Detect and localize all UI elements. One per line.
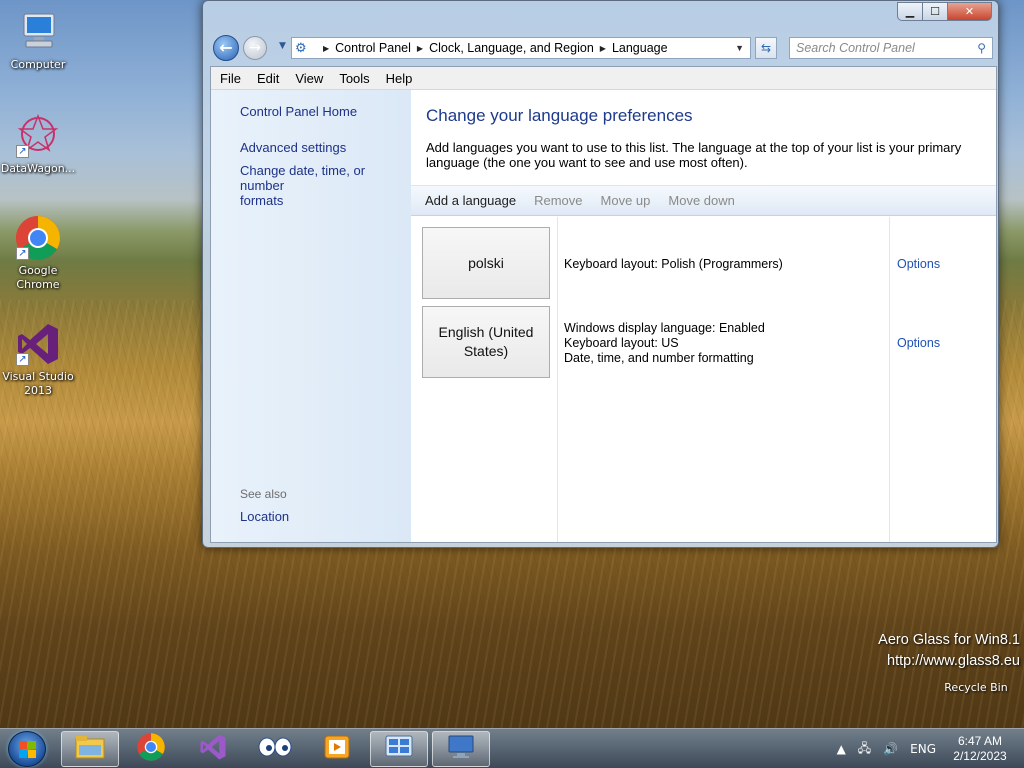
column-divider (557, 217, 558, 542)
control-panel-window: ▁ ☐ ✕ ← → ▼ ⚙ ▶ Control Panel ▶ Clock, L… (202, 0, 999, 548)
refresh-icon: ⇆ (760, 41, 772, 55)
menu-tools[interactable]: Tools (331, 71, 377, 86)
language-info-english: Windows display language: Enabled Keyboa… (564, 321, 765, 365)
navigation-bar: ← → ▼ ⚙ ▶ Control Panel ▶ Clock, Languag… (211, 35, 993, 63)
taskbar-remote-desktop[interactable] (432, 731, 490, 767)
control-panel-icon: ⚙ (295, 40, 307, 55)
window-controls: ▁ ☐ ✕ (897, 2, 992, 21)
back-button[interactable]: ← (213, 35, 239, 61)
language-list: polski Keyboard layout: Polish (Programm… (411, 217, 996, 542)
taskbar-chrome[interactable] (122, 731, 180, 767)
clock[interactable]: 6:47 AM 2/12/2023 (948, 734, 1012, 764)
eyes-icon (258, 736, 292, 763)
input-language-indicator[interactable]: ENG (910, 742, 936, 756)
folder-icon (75, 734, 105, 765)
shortcut-arrow-icon: ↗ (16, 247, 29, 260)
language-tile-polski[interactable]: polski (422, 227, 550, 299)
control-panel-home-link[interactable]: Control Panel Home (240, 104, 357, 119)
menu-bar: File Edit View Tools Help (211, 67, 996, 90)
advanced-settings-link[interactable]: Advanced settings (240, 140, 346, 155)
chrome-icon (136, 732, 166, 767)
control-panel-icon (384, 734, 414, 765)
desktop-icon-chrome[interactable]: ↗ Google Chrome (0, 214, 76, 292)
remove-button[interactable]: Remove (534, 193, 582, 208)
monitor-icon (446, 734, 476, 765)
arrow-right-icon: → (249, 40, 261, 56)
chevron-right-icon[interactable]: ▶ (600, 44, 606, 53)
add-language-button[interactable]: Add a language (425, 193, 516, 208)
show-hidden-icons-button[interactable]: ▲ (837, 742, 846, 756)
taskbar-control-panel[interactable] (370, 731, 428, 767)
address-bar[interactable]: ⚙ ▶ Control Panel ▶ Clock, Language, and… (291, 37, 751, 59)
system-tray: ▲ 🖧 🔊 ENG 6:47 AM 2/12/2023 (837, 729, 1024, 768)
clock-date: 2/12/2023 (953, 749, 1007, 763)
chevron-right-icon[interactable]: ▶ (323, 44, 329, 53)
see-also-heading: See also (240, 487, 287, 501)
main-content: Change your language preferences Add lan… (411, 90, 996, 542)
desktop-icon-visual-studio[interactable]: ↗ Visual Studio 2013 (0, 320, 76, 398)
datawagon-icon: ↗ (14, 112, 62, 160)
recycle-bin-icon (938, 645, 1014, 681)
search-input[interactable]: Search Control Panel ⚲ (789, 37, 993, 59)
maximize-button[interactable]: ☐ (922, 2, 948, 21)
window-client-area: File Edit View Tools Help Control Panel … (210, 66, 997, 543)
desktop-icon-datawagon[interactable]: ↗ DataWagon... (0, 112, 76, 176)
menu-help[interactable]: Help (378, 71, 421, 86)
search-placeholder: Search Control Panel (796, 41, 915, 55)
move-up-button[interactable]: Move up (601, 193, 651, 208)
minimize-button[interactable]: ▁ (897, 2, 923, 21)
computer-icon (14, 8, 62, 56)
options-link-polski[interactable]: Options (897, 257, 940, 271)
move-down-button[interactable]: Move down (668, 193, 734, 208)
options-link-english[interactable]: Options (897, 336, 940, 350)
shortcut-arrow-icon: ↗ (16, 353, 29, 366)
windows-logo-icon (19, 741, 37, 759)
chevron-down-icon[interactable]: ▼ (735, 43, 744, 53)
visual-studio-icon (198, 732, 228, 767)
chevron-right-icon[interactable]: ▶ (417, 44, 423, 53)
chrome-icon: ↗ (14, 214, 62, 262)
breadcrumb-language[interactable]: Language (612, 41, 668, 55)
column-divider (889, 217, 890, 542)
breadcrumb-control-panel[interactable]: Control Panel (335, 41, 411, 55)
language-tile-english[interactable]: English (United States) (422, 306, 550, 378)
clock-time: 6:47 AM (957, 734, 1003, 748)
menu-file[interactable]: File (211, 71, 249, 86)
taskbar-eyes-app[interactable] (246, 731, 304, 767)
page-description: Add languages you want to use to this li… (426, 140, 962, 170)
taskbar-media-player[interactable] (308, 731, 366, 767)
location-link[interactable]: Location (240, 509, 289, 524)
change-date-time-link[interactable]: Change date, time, or number formats (240, 163, 411, 208)
left-navigation-pane: Control Panel Home Advanced settings Cha… (211, 90, 411, 542)
desktop-icon-computer[interactable]: Computer (0, 8, 76, 72)
arrow-left-icon: ← (219, 38, 233, 57)
breadcrumb-clock-language-region[interactable]: Clock, Language, and Region (429, 41, 594, 55)
page-title: Change your language preferences (426, 106, 693, 125)
menu-edit[interactable]: Edit (249, 71, 287, 86)
network-icon[interactable]: 🖧 (858, 739, 871, 760)
menu-view[interactable]: View (287, 71, 331, 86)
shortcut-arrow-icon: ↗ (16, 145, 29, 158)
close-button[interactable]: ✕ (947, 2, 992, 21)
volume-icon[interactable]: 🔊 (883, 742, 898, 756)
language-info-polski: Keyboard layout: Polish (Programmers) (564, 257, 783, 271)
taskbar-explorer[interactable] (61, 731, 119, 767)
recent-pages-dropdown[interactable]: ▼ (279, 41, 286, 51)
start-button[interactable] (8, 731, 46, 767)
search-icon[interactable]: ⚲ (977, 41, 986, 55)
taskbar: ▲ 🖧 🔊 ENG 6:47 AM 2/12/2023 (0, 728, 1024, 768)
desktop-icon-recycle-bin[interactable]: Recycle Bin (938, 645, 1014, 694)
visual-studio-icon: ↗ (14, 320, 62, 368)
taskbar-visual-studio[interactable] (184, 731, 242, 767)
media-player-icon (323, 734, 351, 765)
refresh-button[interactable]: ⇆ (755, 37, 777, 59)
language-toolbar: Add a language Remove Move up Move down (411, 185, 996, 216)
forward-button[interactable]: → (243, 36, 267, 60)
